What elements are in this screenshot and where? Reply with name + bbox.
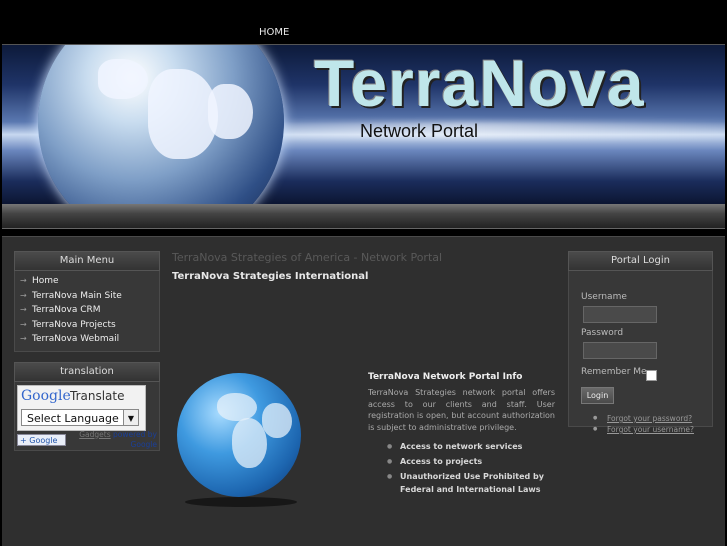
plus-icon: + — [20, 435, 27, 445]
banner-bar — [2, 204, 725, 229]
list-item: Unauthorized Use Prohibited by Federal a… — [387, 470, 555, 496]
password-field[interactable] — [583, 342, 657, 359]
menu-item-main-site[interactable]: TerraNova Main Site — [15, 289, 159, 304]
add-google-gadget-button[interactable]: + Google — [17, 433, 66, 446]
info-text: TerraNova Strategies network portal offe… — [368, 388, 555, 432]
remember-checkbox[interactable] — [646, 370, 657, 381]
gadgets-link[interactable]: Gadgets — [79, 430, 110, 439]
login-button[interactable]: Login — [581, 387, 614, 404]
globe-icon — [38, 45, 284, 205]
translate-label: Translate — [70, 388, 125, 403]
site-title: TerraNova — [314, 46, 645, 120]
site-subtitle: Network Portal — [360, 121, 479, 141]
username-label: Username — [581, 292, 627, 302]
list-item: Access to projects — [387, 455, 555, 468]
translation-body: Google Translate Select Language ▼ + Goo… — [14, 381, 160, 451]
earth-globe-icon — [177, 373, 301, 507]
menu-item-home[interactable]: Home — [15, 274, 159, 289]
content-area: TerraNova Strategies of America - Networ… — [172, 251, 562, 507]
login-heading: Portal Login — [568, 251, 713, 271]
translation-heading: translation — [14, 361, 160, 382]
dropdown-arrow-icon: ▼ — [123, 409, 138, 425]
password-label: Password — [581, 328, 624, 338]
main-menu-heading: Main Menu — [14, 251, 160, 271]
page-subtitle: TerraNova Strategies International — [172, 271, 369, 282]
powered-by-text: powered by — [113, 429, 157, 439]
menu-item-webmail[interactable]: TerraNova Webmail — [15, 332, 159, 347]
menu-item-crm[interactable]: TerraNova CRM — [15, 303, 159, 318]
menu-item-projects[interactable]: TerraNova Projects — [15, 318, 159, 333]
forgot-username-link[interactable]: Forgot your username? — [593, 424, 694, 435]
remember-label: Remember Me — [581, 367, 647, 377]
list-item: Access to network services — [387, 440, 555, 453]
forgot-password-link[interactable]: Forgot your password? — [593, 413, 694, 424]
google-logo: Google — [21, 387, 71, 404]
translation-module: translation Google Translate Select Lang… — [14, 361, 160, 451]
main-menu: Home TerraNova Main Site TerraNova CRM T… — [14, 271, 160, 352]
page-title: TerraNova Strategies of America - Networ… — [172, 251, 443, 264]
google-translate-widget: Google Translate Select Language ▼ — [17, 384, 146, 431]
info-bullet-list: Access to network services Access to pro… — [368, 440, 555, 496]
header-banner: TerraNova Network Portal — [2, 44, 725, 205]
main-area: Main Menu Home TerraNova Main Site Terra… — [2, 236, 725, 546]
powered-by-brand[interactable]: Google — [131, 440, 157, 449]
login-form: Username Password Remember Me Login Forg… — [568, 271, 713, 435]
left-sidebar: Main Menu Home TerraNova Main Site Terra… — [14, 251, 160, 451]
language-select-label: Select Language — [27, 411, 119, 425]
add-google-label: Google — [29, 435, 58, 445]
info-title: TerraNova Network Portal Info — [368, 372, 523, 382]
portal-info: TerraNova Network Portal Info TerraNova … — [368, 372, 555, 498]
language-select[interactable]: Select Language ▼ — [21, 408, 139, 426]
powered-by-google: Gadgets powered by Google — [79, 430, 157, 450]
nav-home-link[interactable]: HOME — [259, 27, 289, 38]
username-field[interactable] — [583, 306, 657, 323]
login-links: Forgot your password? Forgot your userna… — [593, 413, 694, 435]
right-sidebar: Portal Login Username Password Remember … — [568, 251, 713, 435]
top-nav: HOME — [0, 0, 727, 44]
